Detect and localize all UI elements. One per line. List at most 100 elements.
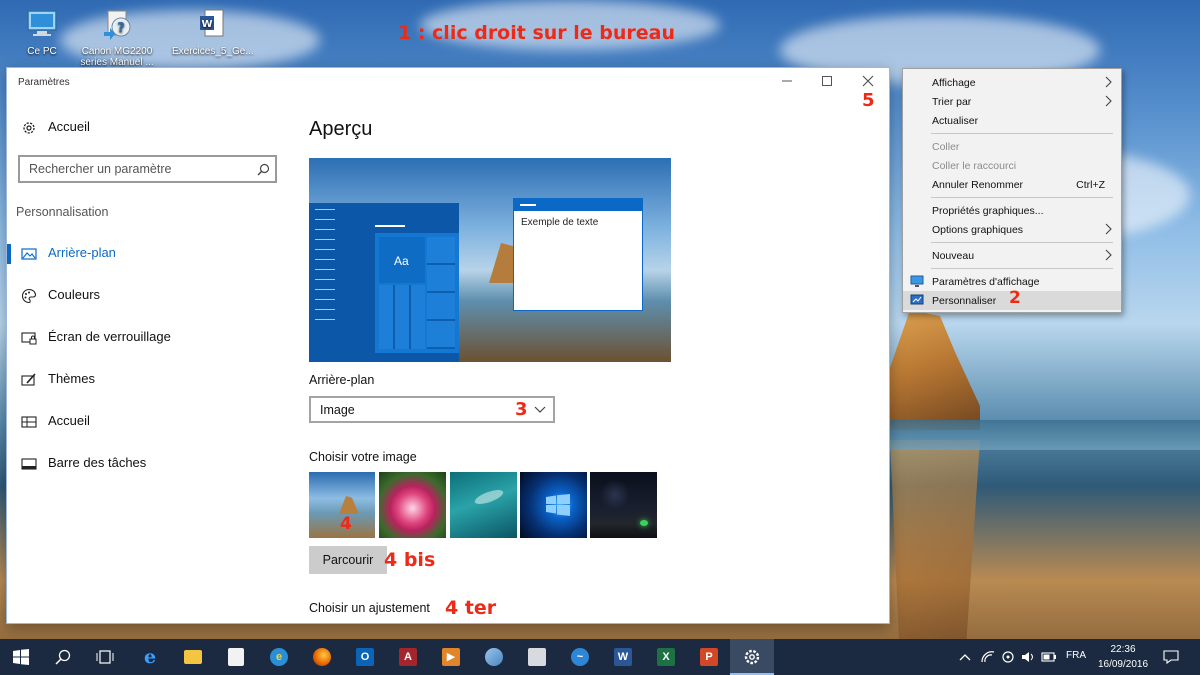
- start-button[interactable]: [0, 639, 44, 675]
- taskbar-settings[interactable]: [730, 639, 774, 675]
- edge-icon: e: [143, 646, 157, 668]
- show-hidden-icons-icon[interactable]: [959, 652, 971, 662]
- annotation-step-5: 5: [862, 90, 875, 111]
- menu-item-undo-rename[interactable]: Annuler Renommer Ctrl+Z: [903, 175, 1121, 194]
- menu-item-view[interactable]: Affichage: [903, 73, 1121, 92]
- taskbar-powerpoint[interactable]: P: [687, 639, 731, 675]
- chevron-down-icon: [534, 406, 546, 413]
- desktop-icon-canon-manual[interactable]: ? Canon MG2200 series Manuel ...: [77, 8, 157, 68]
- nav-lock-screen-label: Écran de verrouillage: [48, 329, 171, 344]
- nav-background[interactable]: Arrière-plan: [7, 237, 297, 271]
- browse-button-label: Parcourir: [322, 553, 374, 567]
- minimize-icon: [782, 80, 792, 82]
- windows-start-icon: [13, 649, 29, 665]
- image-thumbnail-flower[interactable]: [379, 472, 446, 538]
- menu-item-graphics-options[interactable]: Options graphiques: [903, 220, 1121, 239]
- nav-home[interactable]: Accueil: [7, 111, 297, 145]
- taskbar-internet-explorer[interactable]: e: [257, 639, 301, 675]
- preview-tile-grid: [379, 285, 425, 349]
- svg-text:W: W: [201, 19, 212, 30]
- preview-large-tile: Aa: [379, 237, 425, 283]
- settings-window: Paramètres 5 Accueil Rechercher un param…: [7, 68, 889, 623]
- menu-item-refresh[interactable]: Actualiser: [903, 111, 1121, 130]
- image-thumbnail-windows[interactable]: [520, 472, 587, 538]
- menu-item-label: Coller le raccourci: [932, 160, 1017, 172]
- menu-item-label: Propriétés graphiques...: [932, 205, 1044, 217]
- annotation-step-3: 3: [515, 399, 528, 420]
- action-center-icon[interactable]: [1163, 650, 1179, 664]
- preview-sample-text: Exemple de texte: [521, 217, 599, 228]
- taskbar-notepad[interactable]: [515, 639, 559, 675]
- language-indicator[interactable]: FRA: [1066, 650, 1086, 661]
- search-input[interactable]: Rechercher un paramètre: [18, 155, 277, 183]
- image-thumbnail-night-sky[interactable]: [590, 472, 657, 538]
- taskbar-firefox[interactable]: [300, 639, 344, 675]
- picture-icon: [21, 248, 37, 260]
- taskbar-access[interactable]: A: [386, 639, 430, 675]
- task-view-button[interactable]: [83, 639, 127, 675]
- wallpaper-rock: [880, 310, 980, 430]
- chevron-right-icon: [1105, 249, 1112, 261]
- minimize-button[interactable]: [767, 72, 807, 94]
- paint-icon: [485, 648, 503, 666]
- nav-start-label: Accueil: [48, 413, 90, 428]
- image-thumbnail-underwater[interactable]: [450, 472, 517, 538]
- taskbar-icon: [21, 458, 37, 470]
- cloud-app-icon: ~: [571, 648, 589, 666]
- page-title: Aperçu: [309, 118, 373, 140]
- preview-tiles: Aa: [375, 233, 459, 353]
- clock-time: 22:36: [1110, 644, 1136, 655]
- preview-sample-window: Exemple de texte: [513, 198, 643, 311]
- thumbnail-swimmer: [473, 487, 505, 507]
- taskbar-excel[interactable]: X: [644, 639, 688, 675]
- gear-icon: [23, 122, 35, 134]
- nav-start[interactable]: Accueil: [7, 405, 297, 439]
- brush-icon: [21, 373, 36, 386]
- battery-icon[interactable]: [1041, 651, 1057, 663]
- nav-taskbar-label: Barre des tâches: [48, 455, 147, 470]
- menu-separator: [931, 242, 1113, 243]
- menu-item-paste[interactable]: Coller: [903, 137, 1121, 156]
- desktop-icon-this-pc[interactable]: Ce PC: [2, 8, 82, 57]
- taskbar-media-player[interactable]: ▶: [429, 639, 473, 675]
- nav-colors[interactable]: Couleurs: [7, 279, 297, 313]
- menu-item-new[interactable]: Nouveau: [903, 246, 1121, 265]
- clock[interactable]: 22:36 16/09/2016: [1092, 642, 1154, 672]
- menu-item-paste-shortcut[interactable]: Coller le raccourci: [903, 156, 1121, 175]
- volume-icon[interactable]: [1021, 650, 1035, 664]
- close-icon: [862, 75, 874, 87]
- desktop-icon-label: Exercices_5_Ge...: [172, 46, 254, 57]
- taskbar-cloud-app[interactable]: ~: [558, 639, 602, 675]
- taskbar-store[interactable]: [214, 639, 258, 675]
- menu-item-label: Coller: [932, 141, 960, 153]
- task-view-icon: [96, 650, 114, 664]
- taskbar-edge[interactable]: e: [128, 639, 172, 675]
- menu-separator: [931, 268, 1113, 269]
- browse-button[interactable]: Parcourir: [309, 546, 387, 574]
- taskbar-outlook[interactable]: O: [343, 639, 387, 675]
- desktop-icon-word-document[interactable]: W Exercices_5_Ge...: [172, 8, 254, 57]
- taskbar-file-explorer[interactable]: [171, 639, 215, 675]
- maximize-button[interactable]: [807, 72, 847, 94]
- nav-taskbar[interactable]: Barre des tâches: [7, 447, 297, 481]
- background-label: Arrière-plan: [309, 373, 375, 387]
- menu-item-sort-by[interactable]: Trier par: [903, 92, 1121, 111]
- taskbar-paint[interactable]: [472, 639, 516, 675]
- search-icon[interactable]: [257, 163, 270, 176]
- nav-themes[interactable]: Thèmes: [7, 363, 297, 397]
- wifi-icon[interactable]: [980, 650, 996, 664]
- chevron-right-icon: [1105, 95, 1112, 107]
- notepad-icon: [528, 648, 546, 666]
- search-taskbar-button[interactable]: [41, 639, 85, 675]
- search-icon: [55, 649, 71, 665]
- lock-screen-icon: [21, 332, 37, 345]
- maximize-icon: [822, 76, 832, 86]
- taskbar-word[interactable]: W: [601, 639, 645, 675]
- network-icon[interactable]: [1001, 650, 1015, 664]
- chevron-right-icon: [1105, 76, 1112, 88]
- firefox-icon: [313, 648, 331, 666]
- annotation-step-4-bis: 4 bis: [384, 549, 436, 571]
- nav-lock-screen[interactable]: Écran de verrouillage: [7, 321, 297, 355]
- menu-item-graphics-properties[interactable]: Propriétés graphiques...: [903, 201, 1121, 220]
- annotation-step-2: 2: [1009, 288, 1021, 308]
